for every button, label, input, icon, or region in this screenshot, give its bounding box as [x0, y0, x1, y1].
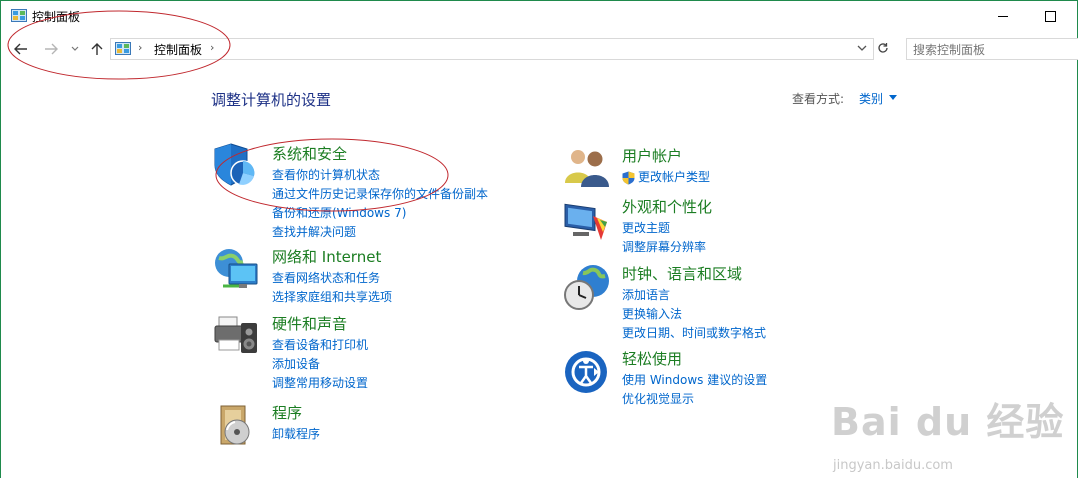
link-change-date-time-format[interactable]: 更改日期、时间或数字格式 — [622, 324, 766, 343]
minimize-button[interactable] — [980, 0, 1026, 32]
monitor-palette-icon — [564, 203, 607, 240]
uac-shield-icon — [622, 171, 635, 185]
link-recommended-settings[interactable]: 使用 Windows 建议的设置 — [622, 371, 767, 390]
category-title[interactable]: 网络和 Internet — [272, 246, 381, 267]
forward-arrow-icon — [45, 43, 58, 55]
maximize-button[interactable] — [1027, 0, 1073, 32]
link-change-input-method[interactable]: 更换输入法 — [622, 305, 766, 324]
printer-speaker-icon — [214, 316, 257, 353]
users-icon — [565, 150, 609, 187]
network-globe-icon — [215, 249, 258, 288]
category-title[interactable]: 轻松使用 — [622, 348, 682, 369]
back-arrow-icon — [14, 43, 27, 55]
link-troubleshoot[interactable]: 查找并解决问题 — [272, 223, 488, 242]
ease-of-access-icon — [565, 351, 607, 393]
page-title: 调整计算机的设置 — [211, 91, 332, 109]
clock-globe-icon — [564, 265, 609, 310]
chevron-down-icon — [71, 46, 79, 51]
link-devices-printers[interactable]: 查看设备和打印机 — [272, 336, 368, 355]
link-add-device[interactable]: 添加设备 — [272, 355, 368, 374]
watermark-url: jingyan.baidu.com — [833, 458, 953, 473]
maximize-icon — [1044, 10, 1056, 22]
link-backup-restore[interactable]: 备份和还原(Windows 7) — [272, 204, 488, 223]
watermark-logo: Bai du 经验 — [831, 400, 1065, 444]
title-bar: 控制面板 — [1, 0, 1077, 32]
search-input[interactable] — [913, 43, 1073, 57]
control-panel-icon — [115, 42, 131, 55]
minimize-icon — [998, 15, 1008, 17]
address-bar[interactable]: › 控制面板 › — [110, 38, 874, 60]
refresh-button[interactable] — [873, 38, 893, 58]
link-change-account-type-label: 更改帐户类型 — [638, 170, 711, 184]
window-title: 控制面板 — [32, 10, 81, 24]
link-view-computer-status[interactable]: 查看你的计算机状态 — [272, 166, 488, 185]
address-dropdown-icon[interactable] — [857, 44, 867, 52]
view-by-label: 查看方式: — [792, 92, 845, 106]
link-optimize-visual-display[interactable]: 优化视觉显示 — [622, 390, 767, 409]
link-file-history-backup[interactable]: 通过文件历史记录保存你的文件备份副本 — [272, 185, 488, 204]
refresh-icon — [878, 43, 888, 53]
category-title[interactable]: 用户帐户 — [622, 145, 682, 166]
forward-button[interactable] — [41, 38, 61, 60]
link-homegroup-sharing[interactable]: 选择家庭组和共享选项 — [272, 288, 392, 307]
breadcrumb-chevron-icon[interactable]: › — [210, 41, 214, 54]
link-uninstall-program[interactable]: 卸载程序 — [272, 425, 320, 444]
recent-locations-button[interactable] — [65, 38, 85, 60]
control-panel-icon — [11, 9, 27, 22]
link-change-account-type[interactable]: 更改帐户类型 — [622, 168, 710, 187]
search-box[interactable] — [906, 38, 1078, 60]
view-by-dropdown-icon[interactable] — [889, 95, 897, 100]
breadcrumb-chevron-icon[interactable]: › — [138, 41, 142, 54]
link-mobility-settings[interactable]: 调整常用移动设置 — [272, 374, 368, 393]
category-title[interactable]: 外观和个性化 — [622, 196, 712, 217]
link-network-status[interactable]: 查看网络状态和任务 — [272, 269, 392, 288]
programs-disc-icon — [220, 405, 250, 445]
category-title[interactable]: 时钟、语言和区域 — [622, 263, 742, 284]
category-title[interactable]: 程序 — [272, 402, 302, 423]
back-button[interactable] — [11, 38, 31, 60]
link-change-theme[interactable]: 更改主题 — [622, 219, 706, 238]
category-title[interactable]: 系统和安全 — [272, 143, 347, 164]
up-button[interactable] — [87, 38, 107, 60]
shield-icon — [214, 143, 256, 186]
link-screen-resolution[interactable]: 调整屏幕分辨率 — [622, 238, 706, 257]
view-by-dropdown[interactable]: 类别 — [859, 90, 883, 107]
link-add-language[interactable]: 添加语言 — [622, 286, 766, 305]
breadcrumb-item[interactable]: 控制面板 — [154, 41, 202, 58]
category-title[interactable]: 硬件和声音 — [272, 313, 347, 334]
up-arrow-icon — [91, 43, 103, 55]
